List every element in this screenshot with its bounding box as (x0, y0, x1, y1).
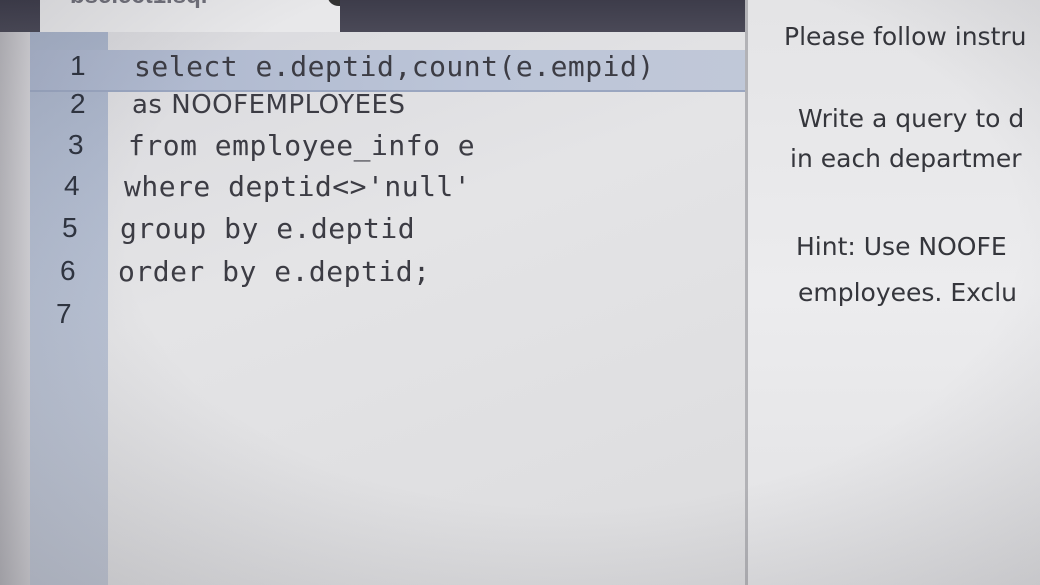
code-editor[interactable]: 1 select e.deptid,count(e.empid) 2 as NO… (30, 32, 775, 585)
code-line-5[interactable]: 5 group by e.deptid (30, 212, 775, 254)
code-text[interactable]: select e.deptid,count(e.empid) (134, 50, 655, 83)
window-left-edge (0, 0, 30, 585)
code-text[interactable]: where deptid<>'null' (124, 170, 471, 203)
sql-editor-screen: bselect1.sql 1 select e.deptid,count(e.e… (0, 0, 1040, 585)
line-number: 3 (68, 129, 84, 160)
instructions-panel: Please follow instru Write a query to d … (745, 0, 1040, 585)
line-number: 2 (70, 88, 86, 119)
code-text[interactable]: order by e.deptid; (118, 255, 430, 288)
line-number: 4 (64, 170, 80, 201)
code-line-6[interactable]: 6 order by e.deptid; (30, 255, 775, 297)
tab-close-icon[interactable] (328, 0, 340, 6)
line-number: 5 (62, 212, 78, 243)
line-number: 1 (70, 50, 86, 81)
instructions-text: Write a query to d (798, 104, 1025, 133)
code-line-3[interactable]: 3 from employee_info e (30, 129, 775, 171)
line-number: 6 (60, 255, 76, 286)
code-line-1[interactable]: 1 select e.deptid,count(e.empid) (30, 50, 775, 92)
line-number: 7 (56, 298, 72, 329)
instructions-text: in each departmer (790, 144, 1022, 173)
code-text[interactable]: from employee_info e (128, 129, 475, 162)
code-text[interactable]: group by e.deptid (120, 212, 415, 245)
instructions-heading: Please follow instru (784, 22, 1027, 51)
code-line-4[interactable]: 4 where deptid<>'null' (30, 170, 775, 212)
code-text[interactable]: as NOOFEMPLOYEES (132, 90, 405, 120)
tab-sql-file[interactable]: bselect1.sql (40, 0, 340, 32)
hint-text: employees. Exclu (798, 278, 1018, 307)
tab-title: bselect1.sql (70, 0, 207, 10)
editor-tab-strip: bselect1.sql (0, 0, 745, 32)
code-line-7[interactable]: 7 (30, 298, 775, 340)
code-line-2[interactable]: 2 as NOOFEMPLOYEES (30, 88, 775, 130)
hint-text: Hint: Use NOOFE (796, 232, 1007, 261)
